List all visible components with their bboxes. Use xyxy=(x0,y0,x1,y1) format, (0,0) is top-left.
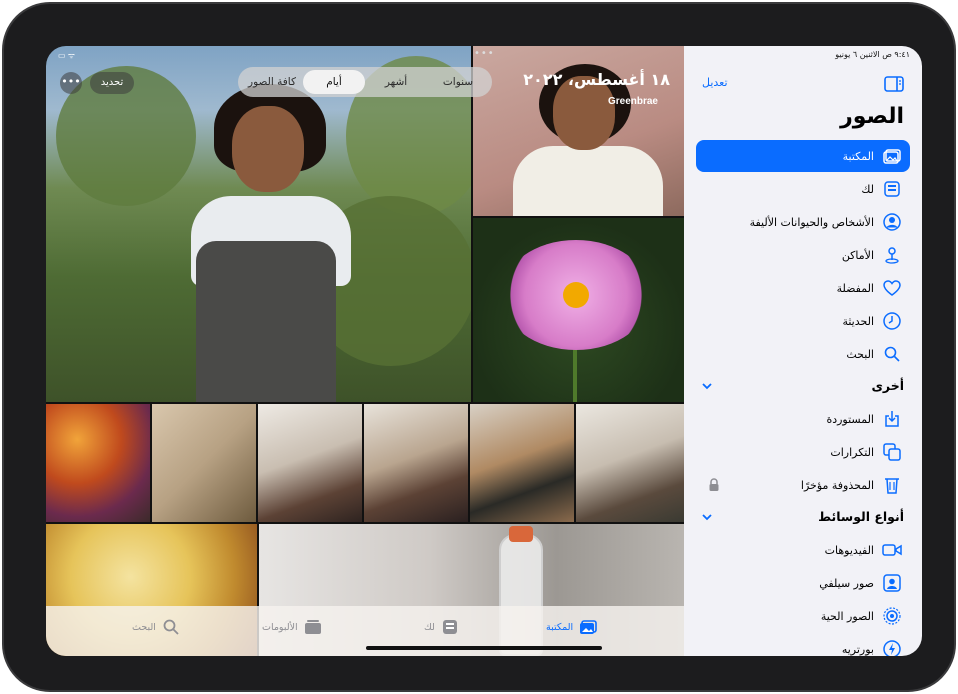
sidebar-item-label: الصور الحية xyxy=(820,609,874,623)
sidebar-item-favorites[interactable]: المفضلة xyxy=(696,272,910,304)
tab-albums-label: الألبومات xyxy=(262,621,298,633)
lock-icon xyxy=(708,478,720,492)
sidebar-item-label: لك xyxy=(861,182,874,196)
sidebar-item-recently-deleted[interactable]: المحذوفة مؤخرًا xyxy=(696,469,910,501)
people-icon xyxy=(882,212,902,232)
sidebar-item-label: المفضلة xyxy=(836,281,874,295)
sidebar-item-label: بورتريه xyxy=(841,642,874,656)
clock-icon xyxy=(882,311,902,331)
segment-years[interactable]: سنوات xyxy=(427,70,489,94)
multitask-dots[interactable]: ••• xyxy=(474,48,495,59)
tab-library[interactable]: المكتبة xyxy=(546,616,597,638)
library-icon xyxy=(579,619,597,635)
sidebar-item-for-you[interactable]: لك xyxy=(696,173,910,205)
sidebar-item-videos[interactable]: الفيديوهات xyxy=(696,534,910,566)
sidebar-item-search[interactable]: البحث xyxy=(696,338,910,370)
photo-family-kitchen[interactable] xyxy=(364,404,468,522)
sidebar-item-label: الأشخاص والحيوانات الأليفة xyxy=(749,215,874,229)
status-time-date: ٩:٤١ ص الاثنين ٦ يونيو xyxy=(835,50,910,59)
sidebar: ٩:٤١ ص الاثنين ٦ يونيو تعديل الصور المكت… xyxy=(684,46,922,656)
segment-months[interactable]: أشهر xyxy=(365,70,427,94)
time-scope-segmented-control[interactable]: سنوات أشهر أيام كافة الصور xyxy=(238,67,492,97)
screen: ▭ ᯤ ••• ••• تحديد سنوات أشهر أيام كافة ا… xyxy=(46,46,922,656)
ipad-frame: ▭ ᯤ ••• ••• تحديد سنوات أشهر أيام كافة ا… xyxy=(2,2,956,692)
chevron-down-icon[interactable] xyxy=(700,379,714,393)
location-label: Greenbrae xyxy=(607,96,658,107)
sidebar-item-label: المستوردة xyxy=(826,412,874,426)
sidebar-item-live-photos[interactable]: الصور الحية xyxy=(696,600,910,632)
library-icon xyxy=(882,146,902,166)
live-photo-icon xyxy=(882,606,902,626)
albums-icon xyxy=(304,619,322,635)
sidebar-item-label: البحث xyxy=(846,347,874,361)
photo-snack-platter[interactable] xyxy=(152,404,256,522)
sidebar-item-label: الفيديوهات xyxy=(824,543,874,557)
duplicates-icon xyxy=(882,442,902,462)
tab-search[interactable]: البحث xyxy=(132,616,180,638)
import-icon xyxy=(882,409,902,429)
tab-for-you-label: لك xyxy=(424,621,435,633)
portrait-icon xyxy=(882,639,902,656)
search-icon xyxy=(882,344,902,364)
sidebar-toggle-icon[interactable] xyxy=(884,76,904,92)
sidebar-item-label: المحذوفة مؤخرًا xyxy=(800,478,874,492)
selfie-icon xyxy=(882,573,902,593)
photo-kitchen-friends[interactable] xyxy=(258,404,362,522)
segment-days[interactable]: أيام xyxy=(303,70,365,94)
sidebar-item-label: التكرارات xyxy=(830,445,874,459)
tab-search-label: البحث xyxy=(132,621,156,633)
more-button[interactable]: ••• xyxy=(60,72,82,94)
sidebar-item-selfies[interactable]: صور سيلفي xyxy=(696,567,910,599)
sidebar-title: الصور xyxy=(840,104,904,129)
heart-icon xyxy=(882,278,902,298)
sidebar-item-duplicates[interactable]: التكرارات xyxy=(696,436,910,468)
status-icons: ▭ ᯤ xyxy=(58,51,76,60)
for-you-icon xyxy=(441,619,459,635)
edit-button[interactable]: تعديل xyxy=(702,76,728,89)
section-media-types-title: أنواع الوسائط xyxy=(818,509,904,524)
tab-library-label: المكتبة xyxy=(546,621,574,633)
for-you-icon xyxy=(882,179,902,199)
tab-for-you[interactable]: لك xyxy=(424,616,459,638)
tab-albums[interactable]: الألبومات xyxy=(262,616,322,638)
sidebar-item-places[interactable]: الأماكن xyxy=(696,239,910,271)
sidebar-item-imports[interactable]: المستوردة xyxy=(696,403,910,435)
photo-grid[interactable]: ▭ ᯤ ••• ••• تحديد سنوات أشهر أيام كافة ا… xyxy=(46,46,684,656)
section-other-title: أخرى xyxy=(871,378,904,393)
home-indicator[interactable] xyxy=(366,646,602,650)
photo-woman-overalls[interactable] xyxy=(46,46,471,402)
section-other-header[interactable]: أخرى xyxy=(700,378,904,393)
places-icon xyxy=(882,245,902,265)
sidebar-item-label: الأماكن xyxy=(841,248,874,262)
search-icon xyxy=(162,619,180,635)
sidebar-item-people-pets[interactable]: الأشخاص والحيوانات الأليفة xyxy=(696,206,910,238)
video-icon xyxy=(882,540,902,560)
sidebar-item-label: الحديثة xyxy=(842,314,874,328)
sidebar-item-label: المكتبة xyxy=(842,149,874,163)
chevron-down-icon[interactable] xyxy=(700,510,714,524)
sidebar-item-portrait[interactable]: بورتريه xyxy=(696,633,910,656)
section-media-types-header[interactable]: أنواع الوسائط xyxy=(700,509,904,524)
sidebar-item-recents[interactable]: الحديثة xyxy=(696,305,910,337)
photo-pink-flower[interactable] xyxy=(473,218,684,402)
date-title: ١٨ أغسطس، ٢٠٢٢ xyxy=(523,70,670,89)
sidebar-item-label: صور سيلفي xyxy=(819,576,874,590)
photo-bread-oil[interactable] xyxy=(470,404,574,522)
photo-fruit-bowl[interactable] xyxy=(46,404,150,522)
select-button[interactable]: تحديد xyxy=(90,72,134,94)
sidebar-item-library[interactable]: المكتبة xyxy=(696,140,910,172)
trash-icon xyxy=(882,475,902,495)
segment-all-photos[interactable]: كافة الصور xyxy=(241,70,303,94)
photo-kitchen-group[interactable] xyxy=(576,404,684,522)
